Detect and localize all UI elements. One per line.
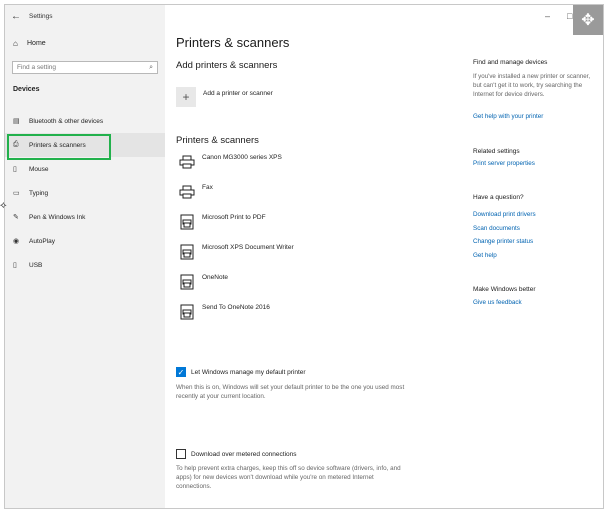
sidebar-item-label: AutoPlay xyxy=(29,237,56,245)
better-heading: Make Windows better xyxy=(473,286,536,293)
sidebar-item-bluetooth[interactable]: ▤ Bluetooth & other devices xyxy=(5,109,165,133)
plus-icon[interactable]: + xyxy=(176,87,196,107)
search-input[interactable] xyxy=(17,64,137,71)
sidebar-item-pen[interactable]: ✎ Pen & Windows Ink xyxy=(5,205,165,229)
right-panel: Find and manage devices If you've instal… xyxy=(473,5,603,508)
mouse-icon: ▯ xyxy=(13,166,17,173)
printer-item[interactable]: Microsoft Print to PDF xyxy=(176,209,456,239)
sidebar-item-label: USB xyxy=(29,261,43,269)
sidebar-item-mouse[interactable]: ▯ Mouse xyxy=(5,157,165,181)
metered-checkbox[interactable] xyxy=(176,449,186,459)
title-bar: ← Settings xyxy=(5,5,165,27)
home-icon: ⌂ xyxy=(13,39,18,48)
printer-list: Canon MG3000 series XPS Fax Microsoft Pr… xyxy=(176,149,456,329)
main-content: Printers & scanners Add printers & scann… xyxy=(165,5,465,508)
default-printer-label: Let Windows manage my default printer xyxy=(191,368,306,376)
add-printer-label: Add a printer or scanner xyxy=(203,90,273,97)
sidebar: ← Settings ⌂ Home ⌕ Devices ▤ Bluetooth … xyxy=(5,5,165,508)
document-printer-icon xyxy=(176,213,198,231)
printer-name: OneNote xyxy=(202,274,229,281)
maximize-icon[interactable]: □ xyxy=(567,11,572,21)
metered-help: To help prevent extra charges, keep this… xyxy=(176,465,401,490)
home-label: Home xyxy=(27,40,46,47)
home-link[interactable]: ⌂ Home xyxy=(13,39,46,48)
section-heading-devices: Devices xyxy=(13,86,40,93)
printer-name: Microsoft Print to PDF xyxy=(202,214,266,221)
printer-icon xyxy=(176,153,198,171)
document-printer-icon xyxy=(176,273,198,291)
sidebar-item-printers[interactable]: ⎙ Printers & scanners xyxy=(5,133,165,160)
printer-name: Canon MG3000 series XPS xyxy=(202,154,282,161)
get-help-printer-link[interactable]: Get help with your printer xyxy=(473,113,543,120)
sidebar-item-autoplay[interactable]: ◉ AutoPlay xyxy=(5,229,165,253)
pen-icon: ✎ xyxy=(13,214,19,221)
move-icon: ✥ xyxy=(573,5,603,35)
printer-item[interactable]: OneNote xyxy=(176,269,456,299)
printer-item[interactable]: Microsoft XPS Document Writer xyxy=(176,239,456,269)
document-printer-icon xyxy=(176,243,198,261)
printer-item[interactable]: Send To OneNote 2016 xyxy=(176,299,456,329)
sidebar-item-label: Typing xyxy=(29,189,49,197)
printer-name: Send To OneNote 2016 xyxy=(202,304,270,311)
sidebar-item-label: Pen & Windows Ink xyxy=(29,213,86,221)
document-printer-icon xyxy=(176,303,198,321)
back-arrow-icon[interactable]: ← xyxy=(5,11,27,22)
sidebar-item-typing[interactable]: ▭ Typing xyxy=(5,181,165,205)
feedback-link[interactable]: Give us feedback xyxy=(473,299,522,306)
add-section-title: Add printers & scanners xyxy=(176,60,278,71)
printer-name: Fax xyxy=(202,184,213,191)
page-title: Printers & scanners xyxy=(176,35,290,50)
change-status-link[interactable]: Change printer status xyxy=(473,238,533,245)
printer-icon xyxy=(176,183,198,201)
usb-icon: ▯ xyxy=(13,262,17,269)
default-printer-checkbox-row[interactable]: ✓ Let Windows manage my default printer xyxy=(176,367,306,377)
find-text: If you've installed a new printer or sca… xyxy=(473,73,591,98)
sidebar-item-usb[interactable]: ▯ USB xyxy=(5,253,165,277)
sidebar-item-label: Mouse xyxy=(29,165,49,173)
get-help-link[interactable]: Get help xyxy=(473,252,497,259)
settings-window: ← Settings ⌂ Home ⌕ Devices ▤ Bluetooth … xyxy=(4,4,604,509)
download-drivers-link[interactable]: Download print drivers xyxy=(473,211,536,218)
nav-list: ▤ Bluetooth & other devices ⎙ Printers &… xyxy=(5,109,165,277)
bluetooth-devices-icon: ▤ xyxy=(13,118,20,125)
mouse-cursor-icon: ⟡ xyxy=(0,200,7,211)
search-box[interactable]: ⌕ xyxy=(12,61,158,74)
metered-label: Download over metered connections xyxy=(191,450,297,458)
minimize-icon[interactable]: – xyxy=(545,11,550,21)
related-heading: Related settings xyxy=(473,148,520,155)
print-server-link[interactable]: Print server properties xyxy=(473,160,535,167)
printer-name: Microsoft XPS Document Writer xyxy=(202,244,294,251)
metered-checkbox-row[interactable]: Download over metered connections xyxy=(176,449,297,459)
default-printer-checkbox[interactable]: ✓ xyxy=(176,367,186,377)
find-heading: Find and manage devices xyxy=(473,59,548,66)
default-printer-help: When this is on, Windows will set your d… xyxy=(176,384,405,400)
printer-list-title: Printers & scanners xyxy=(176,135,259,146)
search-icon[interactable]: ⌕ xyxy=(149,64,153,72)
sidebar-item-label: Bluetooth & other devices xyxy=(29,117,104,125)
autoplay-icon: ◉ xyxy=(13,238,20,245)
add-printer-button[interactable]: + Add a printer or scanner xyxy=(176,87,273,107)
printer-item[interactable]: Canon MG3000 series XPS xyxy=(176,149,456,179)
printer-item[interactable]: Fax xyxy=(176,179,456,209)
app-title: Settings xyxy=(29,12,53,20)
keyboard-icon: ▭ xyxy=(13,190,20,197)
question-heading: Have a question? xyxy=(473,194,524,201)
scan-documents-link[interactable]: Scan documents xyxy=(473,225,520,232)
